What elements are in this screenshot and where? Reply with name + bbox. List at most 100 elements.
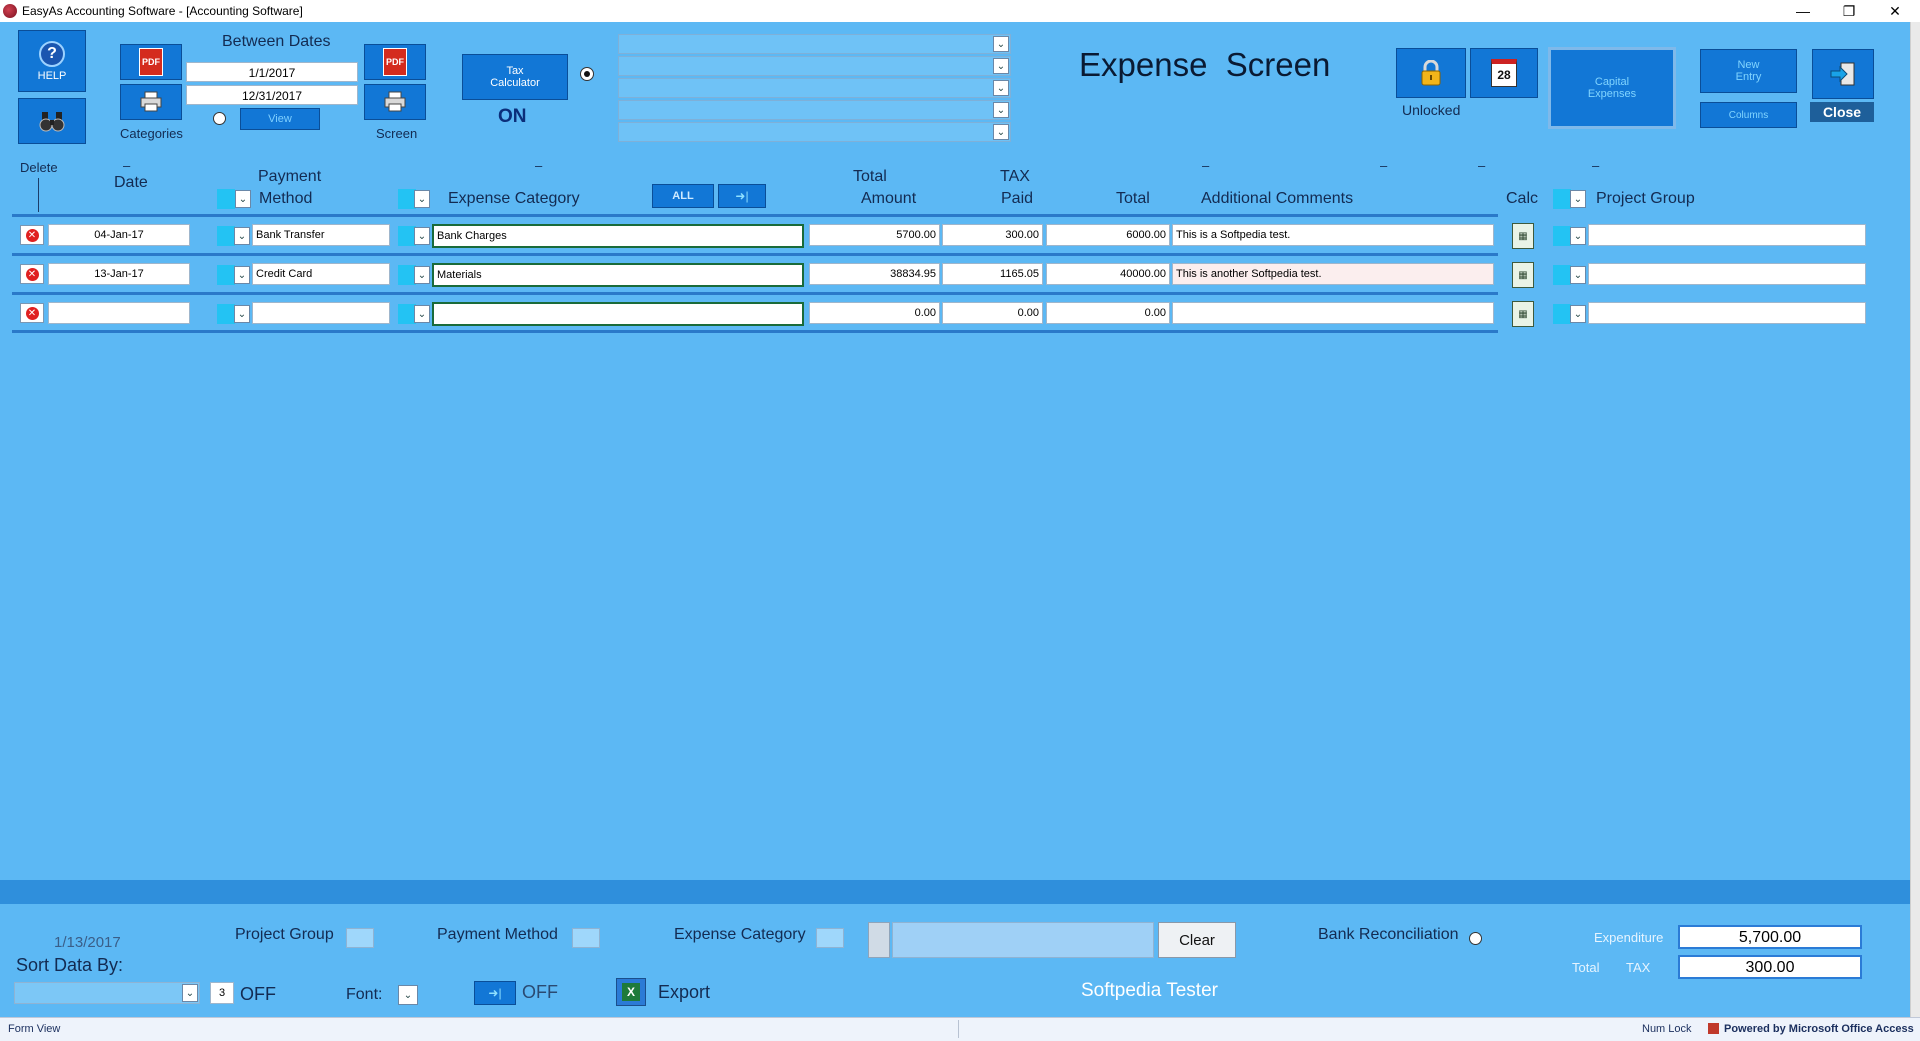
delete-row-button[interactable]: ✕ <box>20 225 44 245</box>
search-toggle[interactable] <box>868 922 890 958</box>
row-method-selector[interactable] <box>217 304 235 324</box>
categories-print-button[interactable] <box>120 84 182 120</box>
row-tax-field[interactable]: 300.00 <box>942 224 1043 246</box>
restore-button[interactable]: ❐ <box>1826 0 1872 22</box>
date-to-field[interactable]: 12/31/2017 <box>186 85 358 105</box>
row-date-field[interactable] <box>48 302 190 324</box>
row-method-selector[interactable] <box>217 226 235 246</box>
filter-dropdown-1[interactable]: ⌄ <box>618 34 1011 54</box>
filter-dropdown-4[interactable]: ⌄ <box>618 100 1011 120</box>
delete-row-button[interactable]: ✕ <box>20 264 44 284</box>
lock-button[interactable] <box>1396 48 1466 98</box>
row-amount-field[interactable]: 38834.95 <box>809 263 940 285</box>
export-label[interactable]: Export <box>658 982 710 1003</box>
calendar-button[interactable]: 28 <box>1470 48 1538 98</box>
close-screen-button[interactable] <box>1812 49 1874 99</box>
row-project-selector[interactable] <box>1553 226 1571 246</box>
row-project-dropdown[interactable]: ⌄ <box>1570 266 1586 284</box>
chevron-down-icon: ⌄ <box>237 269 247 281</box>
project-sort-selector[interactable] <box>1553 189 1571 209</box>
row-method-dropdown[interactable]: ⌄ <box>234 305 250 323</box>
categories-pdf-button[interactable]: PDF <box>120 44 182 80</box>
row-comment-field[interactable] <box>1172 302 1494 324</box>
font-dropdown[interactable]: ⌄ <box>398 985 418 1005</box>
tax-radio[interactable] <box>580 67 594 81</box>
date-from-field[interactable]: 1/1/2017 <box>186 62 358 82</box>
date-sort-selector[interactable] <box>217 189 235 209</box>
header-dash: – <box>123 158 131 173</box>
row-project-field[interactable] <box>1588 302 1866 324</box>
row-project-selector[interactable] <box>1553 265 1571 285</box>
row-project-selector[interactable] <box>1553 304 1571 324</box>
row-project-field[interactable] <box>1588 224 1866 246</box>
view-button[interactable]: View <box>240 108 320 130</box>
row-method-field[interactable]: Bank Transfer <box>252 224 390 246</box>
clear-button[interactable]: Clear <box>1158 922 1236 958</box>
capital-expenses-button[interactable]: Capital Expenses <box>1548 47 1676 129</box>
row-method-selector[interactable] <box>217 265 235 285</box>
close-screen-label[interactable]: Close <box>1810 102 1874 122</box>
columns-button[interactable]: Columns <box>1700 102 1797 128</box>
row-category-dropdown[interactable]: ⌄ <box>414 227 430 245</box>
chevron-down-icon: ⌄ <box>238 193 248 205</box>
sort-dropdown[interactable]: ⌄ <box>14 982 200 1004</box>
filter-dropdown-5[interactable]: ⌄ <box>618 122 1011 142</box>
row-date-field[interactable]: 04-Jan-17 <box>48 224 190 246</box>
project-sort-dropdown[interactable]: ⌄ <box>1570 190 1586 208</box>
row-total-field[interactable]: 0.00 <box>1046 302 1170 324</box>
status-mode: Form View <box>8 1023 61 1035</box>
row-calc-button[interactable]: ▦ <box>1512 223 1534 249</box>
export-button[interactable]: X <box>616 978 646 1006</box>
new-entry-button[interactable]: New Entry <box>1700 49 1797 93</box>
printer-icon <box>140 91 162 112</box>
minimize-button[interactable]: — <box>1780 0 1826 22</box>
footer-toggle-button[interactable]: ➜| <box>474 981 516 1005</box>
filter-dropdown-2[interactable]: ⌄ <box>618 56 1011 76</box>
row-tax-field[interactable]: 0.00 <box>942 302 1043 324</box>
search-button[interactable] <box>18 98 86 144</box>
row-tax-field[interactable]: 1165.05 <box>942 263 1043 285</box>
chevron-down-icon: ⌄ <box>403 989 413 1001</box>
row-category-field[interactable] <box>432 302 804 326</box>
search-input[interactable] <box>892 922 1154 958</box>
row-calc-button[interactable]: ▦ <box>1512 301 1534 327</box>
row-project-field[interactable] <box>1588 263 1866 285</box>
row-calc-button[interactable]: ▦ <box>1512 262 1534 288</box>
row-project-dropdown[interactable]: ⌄ <box>1570 305 1586 323</box>
filter-dropdown-3[interactable]: ⌄ <box>618 78 1011 98</box>
help-button[interactable]: ? HELP <box>18 30 86 92</box>
tax-calculator-button[interactable]: Tax Calculator <box>462 54 568 100</box>
row-method-field[interactable]: Credit Card <box>252 263 390 285</box>
delete-row-button[interactable]: ✕ <box>20 303 44 323</box>
row-method-field[interactable] <box>252 302 390 324</box>
show-all-button[interactable]: ALL <box>652 184 714 208</box>
expense-category-filter-box[interactable] <box>816 928 844 948</box>
bank-reconciliation-radio[interactable] <box>1469 932 1482 945</box>
forward-button[interactable]: ➜| <box>718 184 766 208</box>
project-group-filter-box[interactable] <box>346 928 374 948</box>
row-amount-field[interactable]: 0.00 <box>809 302 940 324</box>
row-comment-field[interactable]: This is a Softpedia test. <box>1172 224 1494 246</box>
date-filter-radio[interactable] <box>213 112 226 125</box>
row-total-field[interactable]: 40000.00 <box>1046 263 1170 285</box>
row-method-dropdown[interactable]: ⌄ <box>234 227 250 245</box>
row-date-field[interactable]: 13-Jan-17 <box>48 263 190 285</box>
row-category-dropdown[interactable]: ⌄ <box>414 266 430 284</box>
method-sort-dropdown[interactable]: ⌄ <box>414 190 430 208</box>
row-comment-field[interactable]: This is another Softpedia test. <box>1172 263 1494 285</box>
date-sort-dropdown[interactable]: ⌄ <box>235 190 251 208</box>
row-total-field[interactable]: 6000.00 <box>1046 224 1170 246</box>
vertical-scrollbar[interactable] <box>1910 22 1920 1017</box>
row-amount-field[interactable]: 5700.00 <box>809 224 940 246</box>
sort-number-field[interactable]: 3 <box>210 982 234 1004</box>
row-category-dropdown[interactable]: ⌄ <box>414 305 430 323</box>
close-window-button[interactable]: ✕ <box>1872 0 1918 22</box>
row-project-dropdown[interactable]: ⌄ <box>1570 227 1586 245</box>
payment-method-filter-box[interactable] <box>572 928 600 948</box>
screen-pdf-button[interactable]: PDF <box>364 44 426 80</box>
row-method-dropdown[interactable]: ⌄ <box>234 266 250 284</box>
screen-print-button[interactable] <box>364 84 426 120</box>
row-category-field[interactable]: Bank Charges <box>432 224 804 248</box>
tax-state-label: ON <box>498 106 527 127</box>
row-category-field[interactable]: Materials <box>432 263 804 287</box>
